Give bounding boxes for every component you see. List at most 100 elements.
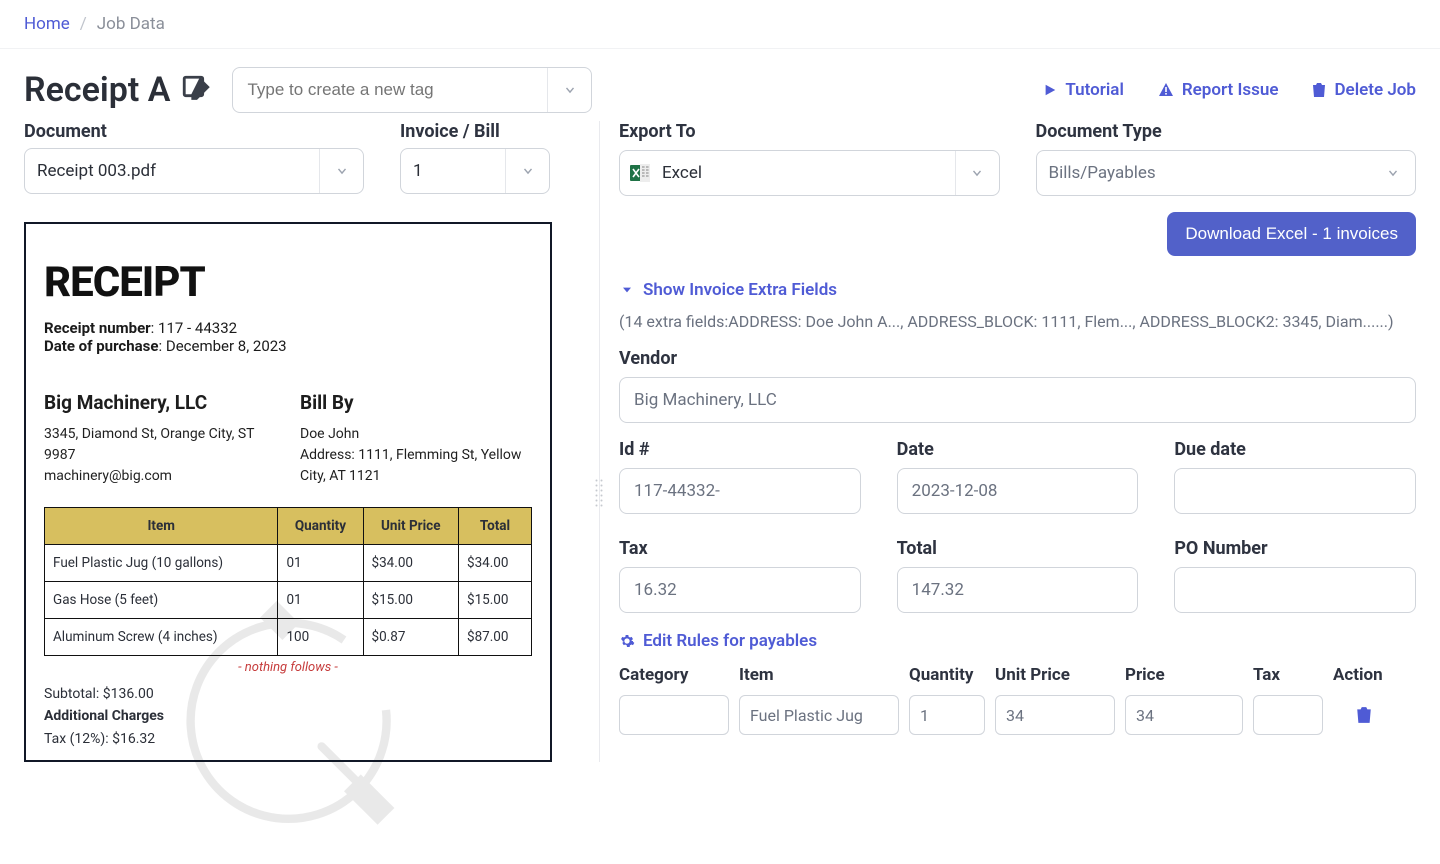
cell-qty: 01 (278, 545, 363, 582)
breadcrumb-current: Job Data (97, 14, 165, 34)
export-to-group: Export To Excel (619, 121, 1000, 196)
extra-fields-summary: (14 extra fields:ADDRESS: Doe John A...,… (619, 306, 1394, 338)
report-issue-label: Report Issue (1182, 80, 1279, 100)
show-extra-fields-toggle[interactable]: Show Invoice Extra Fields (619, 280, 837, 300)
additional-charges-title: Additional Charges (44, 705, 532, 727)
selectors-row: Document Receipt 003.pdf Invoice / Bill … (24, 121, 579, 194)
th-qty: Quantity (278, 508, 363, 545)
total-label: Total (897, 538, 1139, 559)
delete-job-button[interactable]: Delete Job (1312, 80, 1416, 100)
edit-title-icon[interactable] (180, 73, 214, 107)
col-category: Category (619, 665, 729, 685)
cell-qty: 01 (278, 582, 363, 619)
id-block: Id # 117-44332- (619, 439, 861, 514)
breadcrumb-sep: / (80, 14, 87, 34)
document-value: Receipt 003.pdf (25, 161, 319, 181)
title-row: Receipt A Tutorial Report Issue (24, 67, 1416, 113)
from-address: 3345, Diamond St, Orange City, ST 9987 (44, 424, 276, 466)
tag-input-field[interactable] (233, 80, 547, 100)
id-input[interactable]: 117-44332- (619, 468, 861, 514)
po-input[interactable] (1174, 567, 1416, 613)
cell-unit: $0.87 (363, 619, 458, 656)
subtotal-line: Subtotal: $136.00 (44, 683, 532, 705)
cell-unit: $15.00 (363, 582, 458, 619)
delete-line-button[interactable] (1333, 706, 1395, 724)
receipt-number-label: Receipt number (44, 319, 151, 337)
total-input[interactable]: 147.32 (897, 567, 1139, 613)
col-item: Item (739, 665, 899, 685)
table-row: Aluminum Screw (4 inches) 100 $0.87 $87.… (45, 619, 532, 656)
total-block: Total 147.32 (897, 538, 1139, 613)
line-item-row: Fuel Plastic Jug 1 34 34 (619, 695, 1416, 735)
chevron-down-icon[interactable] (319, 149, 363, 193)
chevron-down-icon[interactable] (955, 151, 999, 195)
bill-by-name: Doe John (300, 424, 532, 445)
po-label: PO Number (1174, 538, 1416, 559)
tutorial-button[interactable]: Tutorial (1043, 80, 1123, 100)
line-item-input[interactable]: Fuel Plastic Jug (739, 695, 899, 735)
line-price-input[interactable]: 34 (1125, 695, 1243, 735)
table-row: Fuel Plastic Jug (10 gallons) 01 $34.00 … (45, 545, 532, 582)
bill-by-address: Address: 1111, Flemming St, Yellow City,… (300, 445, 532, 487)
chevron-down-icon[interactable] (547, 68, 591, 112)
tag-input[interactable] (232, 67, 592, 113)
due-input[interactable] (1174, 468, 1416, 514)
col-tax: Tax (1253, 665, 1323, 685)
document-type-label: Document Type (1036, 121, 1417, 142)
splitter[interactable] (591, 121, 607, 762)
table-row: Gas Hose (5 feet) 01 $15.00 $15.00 (45, 582, 532, 619)
document-preview: RECEIPT Receipt number: 117 - 44332 Date… (24, 222, 552, 762)
chevron-down-icon[interactable] (505, 149, 549, 193)
date-block: Date 2023-12-08 (897, 439, 1139, 514)
invoice-select[interactable]: 1 (400, 148, 550, 194)
tax-label: Tax (619, 538, 861, 559)
breadcrumb-home[interactable]: Home (24, 14, 70, 34)
document-type-group: Document Type Bills/Payables (1036, 121, 1417, 196)
invoice-select-group: Invoice / Bill 1 (400, 121, 550, 194)
tutorial-label: Tutorial (1065, 80, 1123, 100)
show-extra-fields-label: Show Invoice Extra Fields (643, 280, 837, 300)
vendor-input[interactable]: Big Machinery, LLC (619, 377, 1416, 423)
document-type-value: Bills/Payables (1037, 163, 1372, 183)
splitter-grip-icon (596, 479, 603, 506)
cell-total: $15.00 (458, 582, 531, 619)
edit-rules-link[interactable]: Edit Rules for payables (619, 631, 1416, 651)
receipt-date-value: : December 8, 2023 (159, 337, 287, 355)
receipt-number-value: : 117 - 44332 (151, 319, 237, 337)
cell-total: $87.00 (458, 619, 531, 656)
th-unit: Unit Price (363, 508, 458, 545)
tax-input[interactable]: 16.32 (619, 567, 861, 613)
cell-qty: 100 (278, 619, 363, 656)
due-label: Due date (1174, 439, 1416, 460)
gear-icon (619, 633, 635, 649)
document-select-group: Document Receipt 003.pdf (24, 121, 364, 194)
document-label: Document (24, 121, 364, 142)
cell-total: $34.00 (458, 545, 531, 582)
line-tax-input[interactable] (1253, 695, 1323, 735)
line-headers: Category Item Quantity Unit Price Price … (619, 665, 1416, 685)
line-qty-input[interactable]: 1 (909, 695, 985, 735)
th-total: Total (458, 508, 531, 545)
bill-by-title: Bill By (300, 391, 532, 414)
document-select[interactable]: Receipt 003.pdf (24, 148, 364, 194)
th-item: Item (45, 508, 278, 545)
cell-item: Aluminum Screw (4 inches) (45, 619, 278, 656)
document-type-select[interactable]: Bills/Payables (1036, 150, 1417, 196)
receipt-heading: RECEIPT (44, 258, 532, 319)
download-button[interactable]: Download Excel - 1 invoices (1167, 212, 1416, 256)
export-to-select[interactable]: Excel (619, 150, 1000, 196)
invoice-value: 1 (401, 161, 505, 181)
chevron-down-icon[interactable] (1371, 151, 1415, 195)
export-to-label: Export To (619, 121, 1000, 142)
cell-item: Fuel Plastic Jug (10 gallons) (45, 545, 278, 582)
line-unitprice-input[interactable]: 34 (995, 695, 1115, 735)
from-email: machinery@big.com (44, 466, 276, 487)
trash-icon (1312, 82, 1326, 98)
receipt-date-label: Date of purchase (44, 337, 159, 355)
report-issue-button[interactable]: Report Issue (1158, 80, 1279, 100)
export-to-value: Excel (660, 163, 955, 183)
line-category-input[interactable] (619, 695, 729, 735)
cell-unit: $34.00 (363, 545, 458, 582)
date-input[interactable]: 2023-12-08 (897, 468, 1139, 514)
po-block: PO Number (1174, 538, 1416, 613)
